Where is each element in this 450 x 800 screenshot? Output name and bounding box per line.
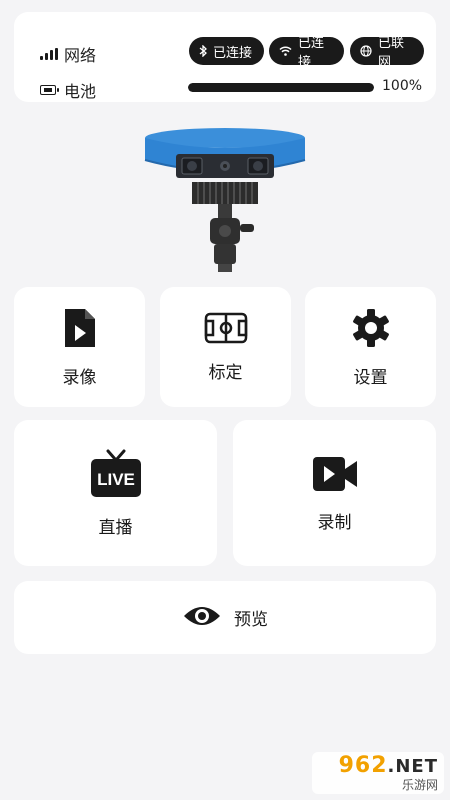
preview-button[interactable]: 预览 [14,581,436,654]
battery-row: 电池 [40,78,96,102]
network-row: 网络 [40,42,96,66]
recording-label: 录制 [317,512,352,533]
battery-label: 电池 [64,82,97,101]
watermark-net: .NET [387,755,438,777]
battery-percent: 100% [382,78,423,94]
battery-progress-bar [188,83,374,92]
wifi-status-badge: 已连接 [269,36,344,70]
globe-icon [360,45,372,57]
live-label: 直播 [98,517,133,538]
live-tile[interactable]: LIVE 直播 [14,420,217,566]
record-video-label: 录像 [62,367,97,388]
watermark-logo: 962.NET [338,752,438,778]
video-camera-icon [312,454,358,498]
wifi-status-text: 已连接 [298,36,325,70]
internet-status-badge: 已联网 [350,36,424,70]
wifi-icon [279,46,292,56]
battery-progress-fill [188,83,374,92]
app-screen: 网络 电池 已连接 已连接 已联网 100% 录像 标定 设置 LIVE 直播 … [0,0,450,800]
calibrate-tile[interactable]: 标定 [160,287,291,407]
status-card: 网络 电池 已连接 已连接 已联网 100% [14,12,436,102]
calibrate-label: 标定 [208,362,243,383]
site-watermark: 962.NET 乐游网 [312,752,444,794]
gear-icon [350,307,392,353]
camera-device-image [140,124,310,274]
preview-label: 预览 [234,610,268,630]
bluetooth-status-text: 已连接 [213,45,253,61]
live-badge-text: LIVE [97,470,135,489]
record-video-tile[interactable]: 录像 [14,287,145,407]
signal-icon [40,48,58,60]
watermark-number: 962 [338,752,388,778]
internet-status-text: 已联网 [378,36,405,70]
battery-icon [40,85,59,95]
network-label: 网络 [64,46,97,65]
settings-tile[interactable]: 设置 [305,287,436,407]
bluetooth-status-badge: 已连接 [189,37,264,65]
bluetooth-icon [199,45,207,57]
live-tv-icon: LIVE [90,449,142,503]
field-icon [204,312,248,348]
recording-tile[interactable]: 录制 [233,420,436,566]
video-file-icon [63,307,97,353]
eye-icon [182,604,222,632]
settings-label: 设置 [353,367,388,388]
watermark-subtitle: 乐游网 [401,777,438,792]
